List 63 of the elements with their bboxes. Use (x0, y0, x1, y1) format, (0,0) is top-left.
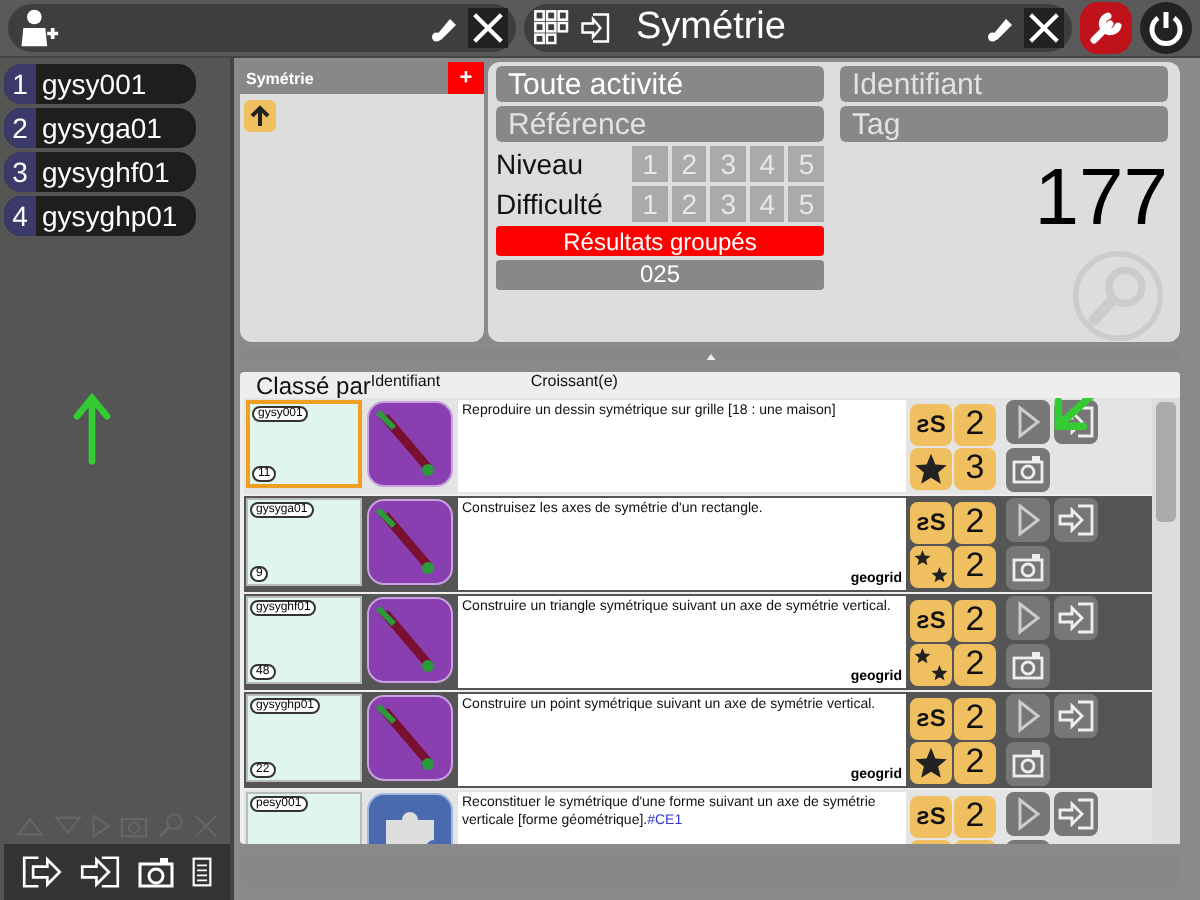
sort-order-select[interactable]: Croissant(e) (530, 372, 691, 390)
level-badge: 2 (954, 501, 996, 543)
sort-field-select[interactable]: Identifiant (370, 372, 531, 390)
import-icon[interactable] (1054, 694, 1098, 738)
identifier-field[interactable]: Identifiant (840, 66, 1168, 102)
difficulty-badge: 3 (954, 447, 996, 489)
difficulty-badge: 2 (954, 643, 996, 685)
tree-title: Symétrie (246, 69, 314, 87)
settings-icon[interactable] (1080, 2, 1132, 54)
level-badge: 2 (954, 795, 996, 837)
play-icon[interactable] (1006, 400, 1050, 444)
import-icon[interactable] (1054, 498, 1098, 542)
play-icon[interactable] (1006, 596, 1050, 640)
compass-app-icon (366, 694, 454, 782)
level-label: Niveau (496, 148, 586, 180)
list-icon[interactable] (192, 856, 213, 888)
domain-badge: ƨS (910, 403, 952, 445)
export-icon[interactable] (21, 856, 62, 888)
camera-icon[interactable] (1006, 546, 1050, 590)
compass-app-icon (366, 498, 454, 586)
sidebar-item[interactable]: 4 gysyghp01 (4, 196, 196, 236)
power-icon[interactable] (1140, 2, 1192, 54)
play-icon[interactable] (1006, 498, 1050, 542)
sidebar-item[interactable]: 1 gysy001 (4, 64, 196, 104)
import-icon[interactable] (79, 856, 120, 888)
caret-icon[interactable] (705, 354, 715, 360)
domain-badge: ƨS (910, 501, 952, 543)
domain-badge: ƨS (910, 697, 952, 739)
level-badge: 2 (954, 697, 996, 739)
compass-app-icon (366, 596, 454, 684)
reference-field[interactable]: Référence (496, 106, 824, 142)
play-icon[interactable] (1006, 694, 1050, 738)
level-badge: 2 (954, 403, 996, 445)
difficulty-label: Difficulté (496, 188, 605, 220)
tag-field[interactable]: Tag (840, 106, 1168, 142)
grouped-results-button[interactable]: Résultats groupés (496, 226, 824, 256)
camera-icon[interactable] (138, 856, 175, 888)
add-button[interactable]: + (448, 62, 484, 94)
result-total: 177 (1032, 158, 1168, 238)
grid-icon[interactable] (532, 8, 572, 48)
activity-button[interactable]: Toute activité (496, 66, 824, 102)
sidebar-item[interactable]: 2 gysyga01 (4, 108, 196, 148)
play-icon[interactable] (1006, 792, 1050, 836)
camera-icon[interactable] (1006, 742, 1050, 786)
pointer-arrow-icon (72, 388, 112, 468)
import-icon[interactable] (1054, 596, 1098, 640)
domain-badge: ƨS (910, 795, 952, 837)
window-title: Symétrie (636, 6, 786, 50)
camera-icon[interactable] (1006, 644, 1050, 688)
import-icon[interactable] (578, 10, 614, 46)
domain-badge: ƨS (910, 599, 952, 641)
compass-app-icon (366, 400, 454, 488)
difficulty-badge: 2 (954, 545, 996, 587)
scrollbar[interactable] (1152, 398, 1180, 844)
close-icon[interactable] (468, 8, 508, 48)
sidebar-item[interactable]: 3 gysyghf01 (4, 152, 196, 192)
difficulty-badge: 2 (954, 741, 996, 783)
sort-label: Classé par (256, 372, 371, 400)
add-user-icon[interactable] (16, 6, 60, 50)
level-badge: 2 (954, 599, 996, 641)
results-count-bar: 025 (496, 260, 824, 290)
close-icon[interactable] (1024, 8, 1064, 48)
up-arrow-icon[interactable] (244, 100, 276, 132)
